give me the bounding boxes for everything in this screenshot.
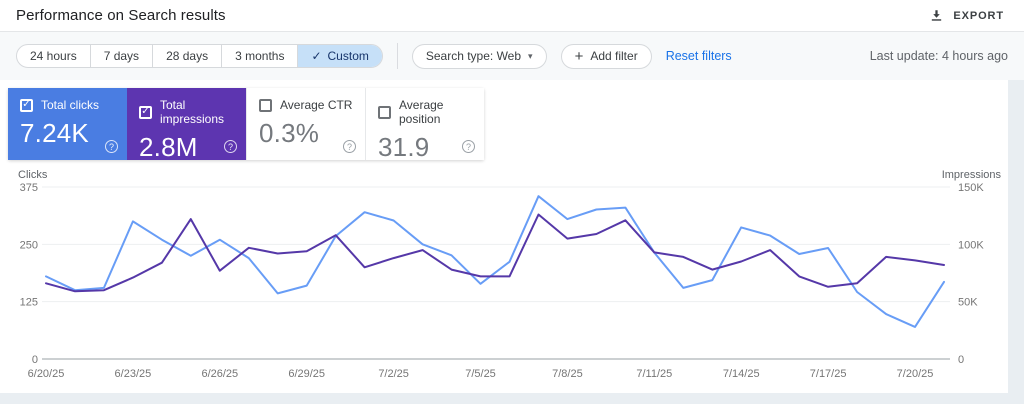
y-tick-right: 50K bbox=[958, 297, 978, 309]
total-impressions-checkbox[interactable] bbox=[139, 105, 152, 119]
y-tick-left: 0 bbox=[32, 354, 38, 366]
help-icon[interactable]: ? bbox=[224, 140, 237, 153]
help-icon[interactable]: ? bbox=[343, 140, 356, 153]
filter-bar: 24 hours 7 days 28 days 3 months ✓ Custo… bbox=[0, 32, 1024, 80]
reset-filters-link[interactable]: Reset filters bbox=[666, 49, 732, 63]
x-tick-label: 7/11/25 bbox=[636, 368, 672, 380]
y-tick-right: 0 bbox=[958, 354, 964, 366]
metric-label: Total impressions bbox=[160, 98, 225, 126]
date-range-custom[interactable]: ✓ Custom bbox=[297, 45, 382, 67]
clicks-line bbox=[45, 195, 945, 328]
date-range-label: 7 days bbox=[103, 49, 140, 63]
x-tick-label: 7/2/25 bbox=[378, 368, 409, 380]
export-button[interactable]: EXPORT bbox=[925, 6, 1008, 25]
chevron-down-icon: ▾ bbox=[528, 50, 533, 61]
metric-cards: Total clicks 7.24K ? Total impressions 2… bbox=[8, 88, 484, 162]
main-content: Total clicks 7.24K ? Total impressions 2… bbox=[0, 80, 1008, 393]
average-ctr-value: 0.3% bbox=[259, 118, 320, 148]
export-label: EXPORT bbox=[953, 9, 1004, 22]
y-tick-right: 100K bbox=[958, 239, 984, 251]
average-position-value: 31.9 bbox=[378, 132, 430, 162]
date-range-label: 24 hours bbox=[30, 49, 77, 63]
chart-area: 375 150K 250 100K 125 50K 0 0 Clicks Impressions 6… bbox=[0, 168, 1008, 393]
x-tick-label: 7/20/25 bbox=[897, 368, 934, 380]
x-tick-label: 7/8/25 bbox=[552, 368, 583, 380]
date-range-24-hours[interactable]: 24 hours bbox=[17, 45, 90, 67]
x-tick-label: 6/29/25 bbox=[288, 368, 325, 380]
search-type-label: Search type: Web bbox=[425, 49, 522, 63]
x-tick-label: 7/5/25 bbox=[465, 368, 496, 380]
app-header: Performance on Search results EXPORT bbox=[0, 0, 1024, 32]
date-range-3-months[interactable]: 3 months bbox=[221, 45, 297, 67]
last-update-text: Last update: 4 hours ago bbox=[869, 49, 1008, 63]
total-clicks-card[interactable]: Total clicks 7.24K ? bbox=[8, 88, 127, 160]
search-type-dropdown[interactable]: Search type: Web ▾ bbox=[411, 43, 547, 69]
total-clicks-value: 7.24K bbox=[20, 118, 89, 148]
page-title: Performance on Search results bbox=[16, 7, 226, 24]
average-ctr-card[interactable]: Average CTR 0.3% ? bbox=[246, 88, 365, 160]
x-tick-label: 7/14/25 bbox=[723, 368, 760, 380]
performance-chart: 375 150K 250 100K 125 50K 0 0 Clicks Impressions 6… bbox=[18, 169, 1002, 380]
date-range-28-days[interactable]: 28 days bbox=[152, 45, 221, 67]
download-icon bbox=[929, 8, 944, 23]
x-tick-label: 6/23/25 bbox=[115, 368, 152, 380]
y-tick-left: 125 bbox=[20, 297, 38, 309]
date-range-label: Custom bbox=[327, 49, 369, 63]
x-tick-label: 7/17/25 bbox=[810, 368, 847, 380]
y-tick-left: 375 bbox=[20, 182, 38, 194]
date-range-label: 28 days bbox=[166, 49, 209, 63]
average-position-card[interactable]: Average position 31.9 ? bbox=[365, 88, 484, 162]
left-axis-title: Clicks bbox=[18, 169, 48, 181]
right-axis-title: Impressions bbox=[942, 169, 1002, 181]
metric-label: Average position bbox=[399, 98, 444, 126]
date-range-label: 3 months bbox=[235, 49, 285, 63]
filter-divider bbox=[396, 43, 398, 69]
metric-label: Total clicks bbox=[41, 98, 100, 112]
total-impressions-card[interactable]: Total impressions 2.8M ? bbox=[127, 88, 246, 162]
average-position-checkbox[interactable] bbox=[378, 105, 391, 119]
total-impressions-value: 2.8M bbox=[139, 132, 198, 162]
add-filter-button[interactable]: + Add filter bbox=[560, 43, 652, 69]
x-tick-label: 6/20/25 bbox=[28, 368, 65, 380]
check-icon: ✓ bbox=[311, 49, 322, 63]
help-icon[interactable]: ? bbox=[462, 140, 475, 153]
plus-icon: + bbox=[574, 47, 584, 65]
total-clicks-checkbox[interactable] bbox=[20, 98, 33, 112]
y-tick-right: 150K bbox=[958, 182, 984, 194]
y-tick-left: 250 bbox=[20, 239, 38, 251]
average-ctr-checkbox[interactable] bbox=[259, 98, 272, 112]
x-tick-label: 6/26/25 bbox=[201, 368, 238, 380]
metric-label: Average CTR bbox=[280, 98, 353, 112]
date-range-7-days[interactable]: 7 days bbox=[89, 45, 152, 67]
help-icon[interactable]: ? bbox=[105, 140, 118, 153]
date-range-selector: 24 hours 7 days 28 days 3 months ✓ Custo… bbox=[16, 44, 383, 68]
add-filter-label: Add filter bbox=[590, 49, 638, 63]
